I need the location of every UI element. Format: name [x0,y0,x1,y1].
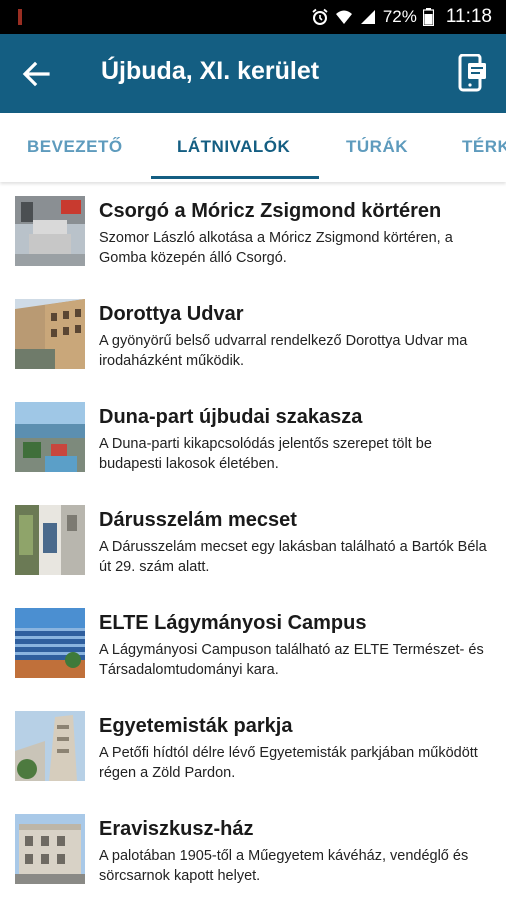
item-thumbnail [15,505,85,575]
item-title: Egyetemisták parkja [99,715,293,737]
item-title: Eraviszkusz-ház [99,818,254,840]
item-description: A Dárusszelám mecset egy lakásban találh… [99,539,487,575]
item-description: A Lágymányosi Campuson található az ELTE… [99,642,484,678]
wifi-icon [335,10,352,24]
tab-bevezeto[interactable]: BEVEZETŐ [27,137,123,157]
list-item[interactable]: Duna-part újbudai szakasza A Duna-parti … [0,388,506,491]
item-title: ELTE Lágymányosi Campus [99,612,367,634]
item-title: Duna-part újbudai szakasza [99,406,363,428]
page-title: Újbuda, XI. kerület [101,57,320,85]
status-icons: 72% 11:18 [311,6,492,28]
clock: 11:18 [445,6,492,27]
item-description: A palotában 1905-től a Műegyetem kávéház… [99,848,469,884]
item-description: A Petőfi hídtól délre lévő Egyetemisták … [99,745,478,781]
item-thumbnail [15,711,85,781]
active-tab-indicator [151,176,319,179]
tab-latnivalok[interactable]: LÁTNIVALÓK [177,137,290,157]
list-item[interactable]: Csorgó a Móricz Zsigmond körtéren Szomor… [0,182,506,285]
battery-percent: 72% [382,7,417,26]
list-item[interactable]: ELTE Lágymányosi Campus A Lágymányosi Ca… [0,594,506,697]
alarm-icon [312,8,328,25]
battery-icon [422,8,434,26]
item-title: Csorgó a Móricz Zsigmond körtéren [99,200,442,222]
item-description: A Duna-parti kikapcsolódás jelentős szer… [99,436,432,472]
item-description: Szomor László alkotása a Móricz Zsigmond… [99,230,453,266]
notification-icon [18,9,22,25]
list-item[interactable]: Eraviszkusz-ház A palotában 1905-től a M… [0,800,506,903]
item-thumbnail [15,196,85,266]
item-title: Dorottya Udvar [99,303,244,325]
list-item[interactable]: Egyetemisták parkja A Petőfi hídtól délr… [0,697,506,800]
phone-document-icon[interactable] [458,54,488,92]
app-bar: Újbuda, XI. kerület [0,34,506,113]
item-thumbnail [15,608,85,678]
arrow-back-icon[interactable] [20,58,52,90]
signal-icon [360,10,375,24]
item-thumbnail [15,402,85,472]
status-bar: 72% 11:18 [0,0,506,34]
item-thumbnail [15,299,85,369]
tab-bar: BEVEZETŐ LÁTNIVALÓK TÚRÁK TÉRKÉP [0,113,506,182]
item-description: A gyönyörű belső udvarral rendelkező Dor… [99,333,468,369]
list-item[interactable]: Dorottya Udvar A gyönyörű belső udvarral… [0,285,506,388]
tab-turak[interactable]: TÚRÁK [346,137,408,157]
tab-terkep[interactable]: TÉRKÉP [462,137,506,157]
item-thumbnail [15,814,85,884]
list-item[interactable]: Dárusszelám mecset A Dárusszelám mecset … [0,491,506,594]
item-title: Dárusszelám mecset [99,509,297,531]
